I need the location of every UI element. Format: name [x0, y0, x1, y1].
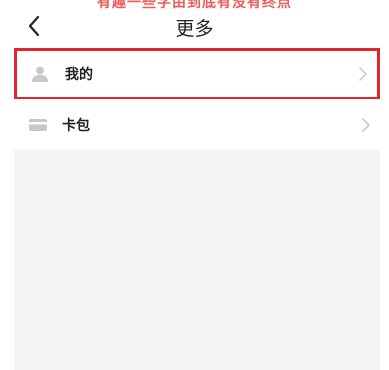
- menu-item-mine[interactable]: 我的: [14, 48, 380, 100]
- nav-bar: 更多: [0, 10, 389, 44]
- menu-item-label: 我的: [65, 67, 93, 83]
- menu-item-card-wallet[interactable]: 卡包: [14, 99, 380, 151]
- menu-item-label: 卡包: [62, 118, 90, 134]
- page-title: 更多: [175, 18, 214, 40]
- card-wallet-icon: [28, 117, 48, 133]
- user-icon: [31, 65, 49, 83]
- empty-content-panel: [14, 150, 380, 370]
- more-screen: 有趣一些字由到底有没有终点 更多 我的 卡包: [0, 0, 389, 370]
- chevron-right-icon: [362, 118, 370, 132]
- chevron-right-icon: [359, 67, 367, 81]
